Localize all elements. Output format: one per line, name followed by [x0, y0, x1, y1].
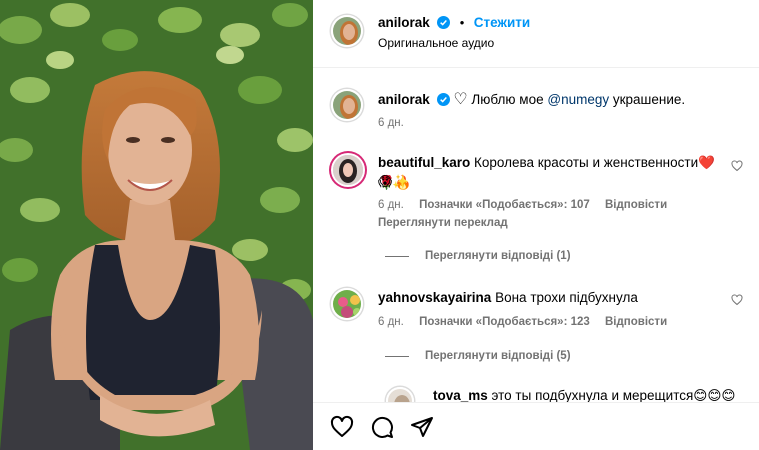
audio-label[interactable]: Оригинальное аудио	[378, 36, 494, 50]
follow-button[interactable]: Стежити	[474, 15, 530, 30]
comment-time[interactable]: 6 дн.	[378, 316, 404, 328]
verified-badge-icon	[437, 16, 451, 29]
comment-username[interactable]: yahnovskayairina	[378, 290, 491, 305]
caption-text-before: Люблю мое	[471, 92, 544, 107]
comment-icon[interactable]	[370, 415, 394, 439]
comment-text-line2: 😱✨	[378, 174, 409, 189]
comment-like-icon[interactable]	[731, 294, 743, 306]
heart-icon[interactable]	[330, 415, 354, 439]
caption-mention[interactable]: @numegy	[547, 92, 609, 107]
post-sidebar: anilorak • Стежити Оригинальное аудио an…	[313, 0, 759, 450]
comment-likes-count[interactable]: Позначки «Подобається»: 123	[419, 316, 590, 328]
post-header: anilorak • Стежити Оригинальное аудио	[313, 0, 759, 68]
commenter-avatar[interactable]	[331, 288, 363, 320]
reply-text: это ты подбухнула и мерещится😊😊😊	[491, 388, 736, 403]
reply-button[interactable]: Відповісти	[605, 199, 667, 211]
reply-username[interactable]: tova_ms	[433, 388, 488, 403]
verified-badge-icon	[436, 93, 450, 106]
caption-avatar[interactable]	[331, 89, 363, 121]
caption-username[interactable]: anilorak	[378, 92, 430, 107]
view-replies-button[interactable]: Переглянути відповіді (1)	[425, 250, 571, 262]
post-actions	[313, 402, 759, 450]
caption-text-after: украшение.	[612, 92, 686, 107]
post-photo[interactable]	[0, 0, 313, 450]
reply-button[interactable]: Відповісти	[605, 316, 667, 328]
comment-time[interactable]: 6 дн.	[378, 199, 404, 211]
comment-like-icon[interactable]	[731, 160, 743, 172]
replies-divider	[385, 355, 409, 357]
comment-likes-count[interactable]: Позначки «Подобається»: 107	[419, 199, 590, 211]
separator-dot: •	[459, 15, 465, 30]
caption-heart-emoji: ♡	[453, 91, 468, 108]
author-avatar[interactable]	[331, 15, 363, 47]
author-username[interactable]: anilorak	[378, 15, 430, 30]
replies-divider	[385, 255, 409, 257]
view-replies-button[interactable]: Переглянути відповіді (5)	[425, 350, 571, 362]
comment-username[interactable]: beautiful_karo	[378, 155, 470, 170]
translate-link[interactable]: Переглянути переклад	[378, 217, 508, 229]
share-icon[interactable]	[410, 415, 434, 439]
caption-time[interactable]: 6 дн.	[378, 117, 404, 129]
comment-text: Вона трохи підбухнула	[495, 290, 638, 305]
commenter-avatar[interactable]	[333, 155, 363, 185]
